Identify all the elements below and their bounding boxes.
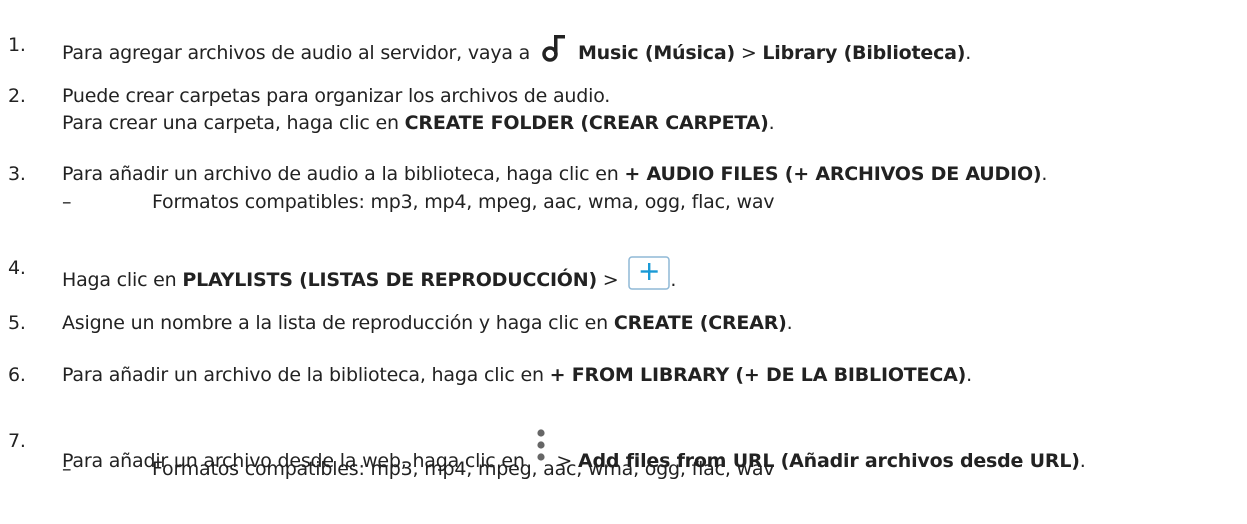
- step-number: 3.: [8, 163, 26, 185]
- step-text: Haga clic en PLAYLISTS (LISTAS DE REPROD…: [62, 256, 676, 292]
- step-text: Para agregar archivos de audio al servid…: [62, 33, 971, 65]
- separator: >: [596, 269, 625, 291]
- audio-files-label: + AUDIO FILES (+ ARCHIVOS DE AUDIO): [624, 163, 1042, 185]
- from-library-label: + FROM LIBRARY (+ DE LA BIBLIOTECA): [549, 364, 967, 386]
- step-number: 6.: [8, 364, 26, 386]
- period: .: [768, 112, 775, 134]
- period: .: [965, 42, 972, 64]
- step-text-plain: Para agregar archivos de audio al servid…: [62, 42, 536, 64]
- step-text: Para crear una carpeta, haga clic en CRE…: [62, 111, 775, 135]
- create-folder-label: CREATE FOLDER (CREAR CARPETA): [404, 112, 769, 134]
- period: .: [670, 269, 677, 291]
- period: .: [1041, 163, 1048, 185]
- period: .: [966, 364, 972, 386]
- step-text-plain: Para añadir un archivo de audio a la bib…: [62, 163, 625, 185]
- step-number: 4.: [8, 257, 26, 279]
- period: .: [1079, 450, 1086, 472]
- step-text-plain: Para añadir un archivo de la biblioteca,…: [62, 364, 550, 386]
- step-text: Para añadir un archivo de audio a la bib…: [62, 162, 1047, 186]
- step-text-plain: Asigne un nombre a la lista de reproducc…: [62, 312, 614, 334]
- separator: >: [734, 42, 763, 64]
- create-label: CREATE (CREAR): [613, 312, 787, 334]
- sub-bullet-dash: –: [62, 458, 72, 480]
- add-button-icon: [628, 256, 671, 290]
- step-text: Para añadir un archivo de la biblioteca,…: [62, 363, 972, 387]
- step-number: 5.: [8, 312, 26, 334]
- menu-music: Music (Música): [577, 42, 735, 64]
- menu-library: Library (Biblioteca): [762, 42, 966, 64]
- step-text-plain: Haga clic en: [62, 269, 183, 291]
- period: .: [786, 312, 793, 334]
- step-number: 2.: [8, 85, 26, 107]
- step-number: 7.: [8, 430, 26, 452]
- step-text-plain: Para crear una carpeta, haga clic en: [62, 112, 405, 134]
- music-note-icon: [542, 35, 565, 62]
- playlists-label: PLAYLISTS (LISTAS DE REPRODUCCIÓN): [182, 269, 597, 291]
- step-number: 1.: [8, 34, 26, 56]
- supported-formats: Formatos compatibles: mp3, mp4, mpeg, aa…: [152, 458, 775, 480]
- supported-formats: Formatos compatibles: mp3, mp4, mpeg, aa…: [152, 191, 775, 213]
- step-text: Asigne un nombre a la lista de reproducc…: [62, 311, 793, 335]
- step-text-line1: Puede crear carpetas para organizar los …: [62, 85, 611, 107]
- sub-bullet-dash: –: [62, 191, 72, 213]
